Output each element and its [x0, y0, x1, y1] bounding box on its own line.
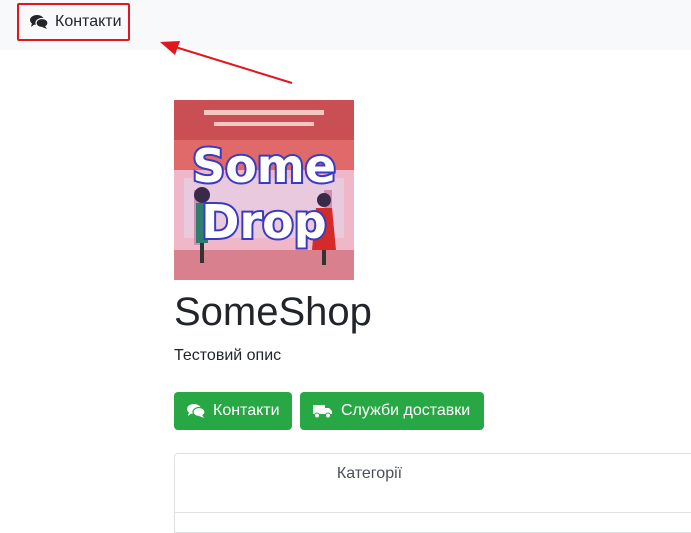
categories-card: Категорії: [174, 453, 691, 533]
delivery-button-label: Служби доставки: [341, 402, 471, 419]
delivery-services-button[interactable]: Служби доставки: [300, 392, 484, 430]
categories-header[interactable]: Категорії: [175, 454, 691, 494]
contacts-button[interactable]: Контакти: [174, 392, 292, 430]
logo-text-line2: Drop: [201, 195, 326, 249]
comments-icon: [187, 403, 205, 419]
shop-title: SomeShop: [174, 290, 372, 334]
logo-text-line1: Some: [192, 139, 336, 193]
shop-logo: Some Drop: [174, 100, 354, 280]
contacts-button-label: Контакти: [213, 402, 280, 419]
truck-icon: [313, 403, 333, 419]
card-divider: [174, 512, 691, 513]
shop-description: Тестовий опис: [174, 347, 282, 364]
